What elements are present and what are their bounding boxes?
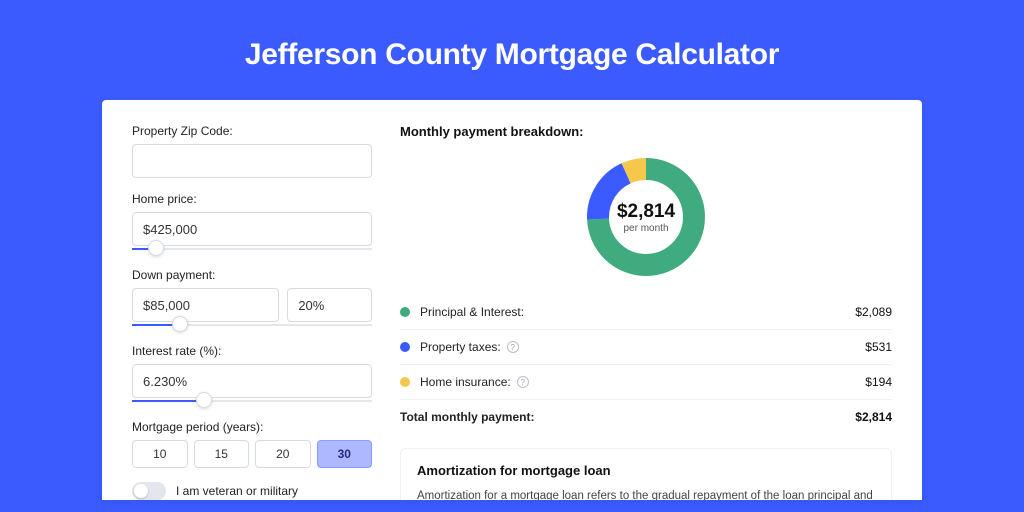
zip-field-group: Property Zip Code: [132, 124, 372, 178]
calculator-card: Property Zip Code: Home price: Down paym… [102, 100, 922, 500]
breakdown-row-value: $531 [865, 340, 892, 354]
down-payment-pct-input[interactable] [287, 288, 372, 322]
legend-dot-icon [400, 377, 410, 387]
period-button-15[interactable]: 15 [194, 440, 250, 468]
veteran-toggle[interactable] [132, 482, 166, 500]
legend-dot-icon [400, 307, 410, 317]
period-button-10[interactable]: 10 [132, 440, 188, 468]
home-price-slider-thumb[interactable] [148, 240, 164, 256]
amortization-title: Amortization for mortgage loan [417, 463, 875, 478]
down-payment-label: Down payment: [132, 268, 372, 282]
home-price-field-group: Home price: [132, 192, 372, 254]
interest-rate-slider-fill [132, 400, 204, 402]
legend-dot-icon [400, 342, 410, 352]
donut-amount: $2,814 [617, 201, 675, 223]
period-button-30[interactable]: 30 [317, 440, 373, 468]
page-title: Jefferson County Mortgage Calculator [0, 0, 1024, 100]
interest-rate-slider-thumb[interactable] [196, 392, 212, 408]
mortgage-period-buttons: 10152030 [132, 440, 372, 468]
down-payment-slider-thumb[interactable] [172, 316, 188, 332]
interest-rate-slider[interactable] [132, 396, 372, 406]
toggle-knob [134, 484, 148, 498]
mortgage-period-label: Mortgage period (years): [132, 420, 372, 434]
breakdown-row: Home insurance:?$194 [400, 364, 892, 399]
amortization-card: Amortization for mortgage loan Amortizat… [400, 448, 892, 500]
donut-center: $2,814 per month [582, 153, 710, 281]
breakdown-row-value: $2,089 [855, 305, 892, 319]
veteran-toggle-row: I am veteran or military [132, 482, 372, 500]
form-column: Property Zip Code: Home price: Down paym… [132, 124, 372, 500]
interest-rate-input[interactable] [132, 364, 372, 398]
donut-chart: $2,814 per month [582, 153, 710, 281]
info-icon[interactable]: ? [517, 376, 529, 388]
donut-chart-wrap: $2,814 per month [400, 153, 892, 281]
breakdown-total-value: $2,814 [855, 410, 892, 424]
down-payment-slider[interactable] [132, 320, 372, 330]
breakdown-row-label: Property taxes:? [420, 340, 865, 354]
breakdown-row-value: $194 [865, 375, 892, 389]
breakdown-total-label: Total monthly payment: [400, 410, 855, 424]
zip-input[interactable] [132, 144, 372, 178]
breakdown-row: Property taxes:?$531 [400, 329, 892, 364]
amortization-body: Amortization for a mortgage loan refers … [417, 488, 875, 500]
breakdown-row-label: Principal & Interest: [420, 305, 855, 319]
info-icon[interactable]: ? [507, 341, 519, 353]
mortgage-period-field-group: Mortgage period (years): 10152030 [132, 420, 372, 468]
down-payment-amount-input[interactable] [132, 288, 279, 322]
down-payment-field-group: Down payment: [132, 268, 372, 330]
breakdown-row: Principal & Interest:$2,089 [400, 295, 892, 329]
breakdown-rows: Principal & Interest:$2,089Property taxe… [400, 295, 892, 399]
breakdown-row-label: Home insurance:? [420, 375, 865, 389]
breakdown-total-row: Total monthly payment: $2,814 [400, 399, 892, 434]
interest-rate-field-group: Interest rate (%): [132, 344, 372, 406]
zip-label: Property Zip Code: [132, 124, 372, 138]
donut-sub: per month [623, 223, 668, 234]
home-price-slider[interactable] [132, 244, 372, 254]
period-button-20[interactable]: 20 [255, 440, 311, 468]
breakdown-column: Monthly payment breakdown: $2,814 per mo… [400, 124, 892, 500]
interest-rate-label: Interest rate (%): [132, 344, 372, 358]
home-price-input[interactable] [132, 212, 372, 246]
home-price-label: Home price: [132, 192, 372, 206]
veteran-toggle-label: I am veteran or military [176, 484, 298, 498]
breakdown-title: Monthly payment breakdown: [400, 124, 892, 139]
